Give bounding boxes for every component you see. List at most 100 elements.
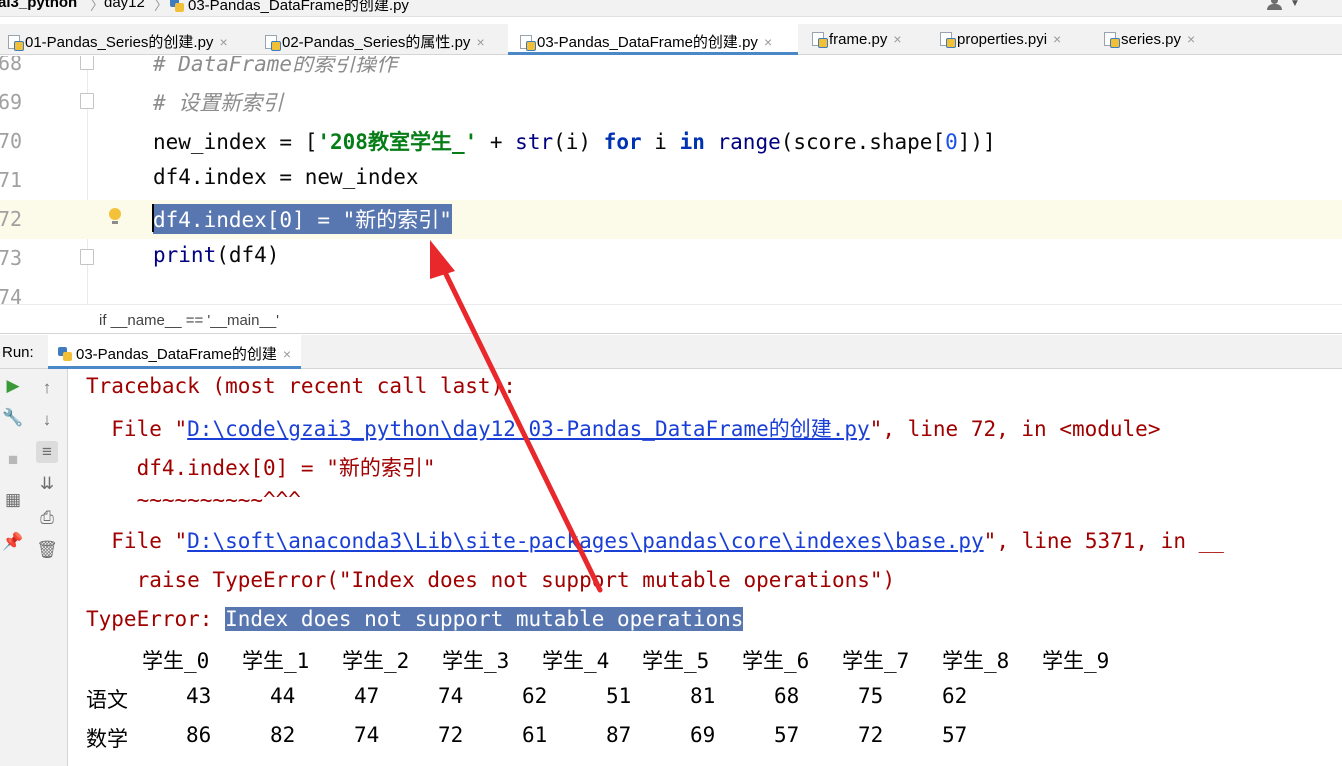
df-cell: 68 xyxy=(774,684,800,708)
python-file-icon xyxy=(940,32,956,48)
code-comment: # DataFrame的索引操作 xyxy=(153,56,398,76)
code-token: (i) xyxy=(553,130,604,154)
fold-icon[interactable] xyxy=(80,93,94,109)
error-type: TypeError: xyxy=(86,607,226,631)
breadcrumb-file[interactable]: 03-Pandas_DataFrame的创建.py xyxy=(170,0,409,15)
df-cell: 75 xyxy=(858,684,884,708)
traceback-header: Traceback (most recent call last): xyxy=(86,374,516,398)
tab-02-pandas-series[interactable]: 02-Pandas_Series的属性.py × xyxy=(265,24,485,55)
python-file-icon xyxy=(8,35,24,51)
close-icon[interactable]: × xyxy=(283,346,291,362)
trash-icon[interactable]: 🗑 xyxy=(36,539,58,561)
error-line: TypeError: Index does not support mutabl… xyxy=(86,607,744,631)
breadcrumb-separator-icon: 〉 xyxy=(90,0,104,13)
code-text: df4.index = new_index xyxy=(153,165,419,189)
code-editor[interactable]: 68 # DataFrame的索引操作 69 # 设置新索引 70 new_in… xyxy=(0,56,1342,304)
breadcrumb-folder[interactable]: day12 xyxy=(104,0,145,11)
close-icon[interactable]: × xyxy=(219,34,227,50)
line-number: 70 xyxy=(0,129,23,153)
code-keyword: for xyxy=(603,130,642,154)
df-cell: 43 xyxy=(186,684,212,708)
run-label: Run: xyxy=(2,344,34,361)
wrench-icon[interactable]: 🔧 xyxy=(2,407,24,429)
arrow-down-icon[interactable]: ↓ xyxy=(36,409,58,431)
close-icon[interactable]: × xyxy=(1053,31,1061,47)
selected-code-text: df4.index[0] = "新的索引" xyxy=(153,204,452,234)
code-builtin: range xyxy=(717,130,781,154)
chevron-down-icon[interactable]: ▼ xyxy=(1290,0,1300,9)
code-line[interactable]: 73 print(df4) xyxy=(0,239,1342,278)
breadcrumb-project[interactable]: ai3_python xyxy=(0,0,77,11)
run-console[interactable]: Traceback (most recent call last): File … xyxy=(68,369,1342,766)
tab-01-pandas-series[interactable]: 01-Pandas_Series的创建.py × xyxy=(8,24,228,55)
df-row-label: 语文 xyxy=(86,688,128,712)
code-line[interactable]: 71 df4.index = new_index xyxy=(0,161,1342,200)
arrow-up-icon[interactable]: ↑ xyxy=(36,377,58,399)
df-column-header: 学生_9 xyxy=(1042,649,1110,673)
code-breadcrumb-item[interactable]: if __name__ == '__main__' xyxy=(99,312,279,329)
pin-icon[interactable]: 📌 xyxy=(2,531,24,553)
line-number: 74 xyxy=(0,285,23,304)
fold-icon[interactable] xyxy=(80,56,94,70)
soft-wrap-icon[interactable]: ≡ xyxy=(36,441,58,463)
code-token: (df4) xyxy=(216,243,280,267)
traceback-text: ", line 5371, in __ xyxy=(983,529,1224,553)
traceback-code-line: df4.index[0] = "新的索引" xyxy=(86,456,436,480)
tab-03-pandas-dataframe[interactable]: 03-Pandas_DataFrame的创建.py × xyxy=(508,24,798,55)
traceback-text: File " xyxy=(86,417,188,441)
df-column-header: 学生_6 xyxy=(742,649,810,673)
df-cell: 69 xyxy=(690,723,716,747)
code-keyword: in xyxy=(679,130,705,154)
code-text: new_index = ['208教室学生_' + str(i) for i i… xyxy=(153,126,996,156)
run-toolbar: ▶ ↑ 🔧 ↓ ■ ≡ ⇊ ▦ ⎙ 📌 🗑 xyxy=(0,369,68,766)
python-file-icon xyxy=(170,0,184,12)
code-line-current[interactable]: 72 df4.index[0] = "新的索引" xyxy=(0,200,1342,239)
tab-label: 03-Pandas_DataFrame的创建.py xyxy=(537,34,758,51)
df-cell: 82 xyxy=(270,723,296,747)
print-icon[interactable]: ⎙ xyxy=(36,507,58,529)
close-icon[interactable]: × xyxy=(764,34,772,50)
df-column-header: 学生_5 xyxy=(642,649,710,673)
tab-frame[interactable]: frame.py × xyxy=(812,24,902,55)
file-path-link[interactable]: D:\code\gzai3_python\day12\03-Pandas_Dat… xyxy=(187,417,870,441)
code-line[interactable]: 70 new_index = ['208教室学生_' + str(i) for … xyxy=(0,122,1342,161)
df-column-header: 学生_1 xyxy=(242,649,310,673)
code-line[interactable]: 74 xyxy=(0,278,1342,304)
code-line[interactable]: 68 # DataFrame的索引操作 xyxy=(0,56,1342,83)
code-line[interactable]: 69 # 设置新索引 xyxy=(0,83,1342,122)
close-icon[interactable]: × xyxy=(476,34,484,50)
rerun-icon[interactable]: ▶ xyxy=(2,375,24,397)
python-file-icon xyxy=(58,347,72,361)
tab-series[interactable]: series.py × xyxy=(1104,24,1195,55)
df-column-header: 学生_8 xyxy=(942,649,1010,673)
df-cell: 57 xyxy=(774,723,800,747)
run-tool-header: Run: 03-Pandas_DataFrame的创建 × xyxy=(0,335,1342,369)
file-path-link[interactable]: D:\soft\anaconda3\Lib\site-packages\pand… xyxy=(187,529,984,553)
tab-label: frame.py xyxy=(829,31,888,48)
editor-tab-bar: 01-Pandas_Series的创建.py × 02-Pandas_Series… xyxy=(0,24,1342,55)
error-message-selected: Index does not support mutable operation… xyxy=(225,607,744,631)
lightbulb-icon[interactable] xyxy=(108,208,122,226)
navigation-bar: ai3_python 〉 day12 〉 03-Pandas_DataFrame… xyxy=(0,0,1342,17)
scroll-to-end-icon[interactable]: ⇊ xyxy=(36,473,58,495)
traceback-frame-line: File "D:\soft\anaconda3\Lib\site-package… xyxy=(86,529,1224,553)
layout-icon[interactable]: ▦ xyxy=(2,489,24,511)
breadcrumb-separator-icon: 〉 xyxy=(154,0,168,13)
df-cell: 86 xyxy=(186,723,212,747)
tab-properties[interactable]: properties.pyi × xyxy=(940,24,1061,55)
code-token: new_index = [ xyxy=(153,130,318,154)
close-icon[interactable]: × xyxy=(1187,31,1195,47)
fold-icon[interactable] xyxy=(80,249,94,265)
traceback-text: ", line 72, in <module> xyxy=(869,417,1161,441)
close-icon[interactable]: × xyxy=(893,31,901,47)
df-column-header: 学生_7 xyxy=(842,649,910,673)
df-cell: 51 xyxy=(606,684,632,708)
run-tab-label: 03-Pandas_DataFrame的创建 xyxy=(76,346,277,363)
run-config-tab[interactable]: 03-Pandas_DataFrame的创建 × xyxy=(48,335,302,369)
df-cell: 44 xyxy=(270,684,296,708)
user-icon[interactable] xyxy=(1266,0,1284,11)
code-token: i xyxy=(641,130,680,154)
df-cell: 74 xyxy=(438,684,464,708)
breadcrumb-file-label: 03-Pandas_DataFrame的创建.py xyxy=(188,0,409,14)
stop-icon[interactable]: ■ xyxy=(2,449,24,471)
